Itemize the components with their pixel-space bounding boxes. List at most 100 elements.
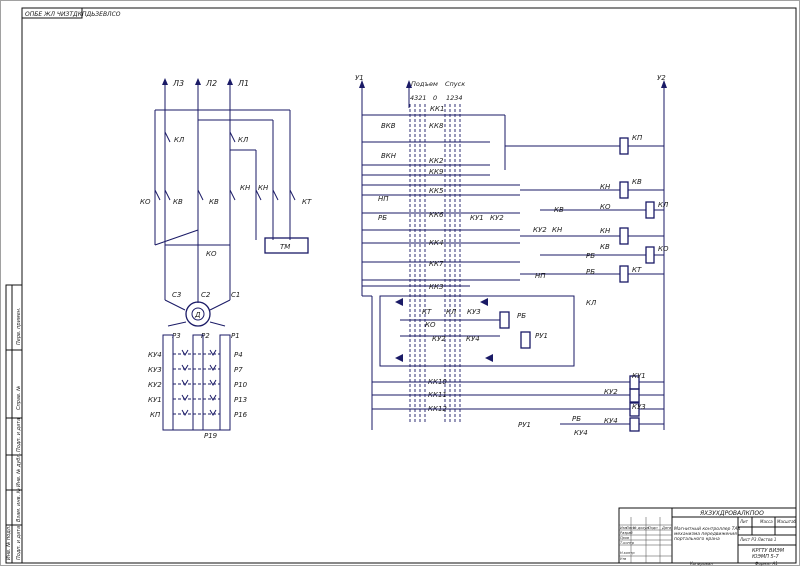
electrical-schematic: ОПБЕ ЖЛ ЧИЗТДКПДЬЗЕВЛСО Перв. примен. Сп… xyxy=(0,0,800,566)
contact-np: НП xyxy=(378,195,389,203)
side-strip-4: Инв. № дубл. xyxy=(16,453,22,487)
power-contact-kv-2: КВ xyxy=(209,198,219,206)
corner-stamp-text: ОПБЕ ЖЛ ЧИЗТДКПДЬЗЕВЛСО xyxy=(25,11,121,18)
rel-ko-1: КО xyxy=(600,203,611,211)
kk3-label: КК3 xyxy=(429,283,443,291)
diode-ru1: РУ1 xyxy=(535,332,548,340)
diode-rb: РБ xyxy=(517,312,526,320)
coil-ku4 xyxy=(629,417,640,432)
diode-block xyxy=(379,295,575,367)
res-p13: Р13 xyxy=(234,396,247,404)
title-line-3: портального крана xyxy=(674,537,720,542)
rel-rb-1: РБ xyxy=(586,268,595,276)
coil-kp xyxy=(619,137,629,155)
kk1-label: КК1 xyxy=(430,105,444,113)
rotor-p1: Р1 xyxy=(231,332,240,340)
contact-vkn: ВКН xyxy=(381,152,397,160)
title-block: ЯХЗУХДРОВАЛКПОО Магнитный контроллер ТА4… xyxy=(618,507,797,566)
power-contact-ko: КО xyxy=(140,198,151,206)
coil-ku2 xyxy=(629,388,640,403)
rel-rb-2: РБ xyxy=(572,415,581,423)
contact-ku1: КУ1 xyxy=(470,214,484,222)
stage-ku2: КУ2 xyxy=(148,381,162,389)
kk9-label: КК9 xyxy=(429,168,444,176)
rel-kv-1: КВ xyxy=(554,206,564,214)
coil-ku4-label: КУ4 xyxy=(604,417,618,425)
kk4-label: КК4 xyxy=(429,239,443,247)
rev-row-nkontr: Н.контр xyxy=(620,551,635,555)
hdr-podyem: Подъем xyxy=(411,80,438,88)
side-strip-6: Подп. и дата xyxy=(16,526,22,560)
kk5-label: КК5 xyxy=(429,187,444,195)
stage-ku1: КУ1 xyxy=(148,396,162,404)
res-p4: Р4 xyxy=(234,351,243,359)
control-circuit: У1 У2 Подъем Спуск 4321 0 1234 КП КВ КЛ … xyxy=(355,74,669,437)
contact-ku2-b: КУ2 xyxy=(533,226,547,234)
stage-hdr-mass: Масса xyxy=(760,519,773,524)
power-contact-kl-2: КЛ xyxy=(238,136,249,144)
bus-u2: У2 xyxy=(657,74,666,82)
coil-kl-label: КЛ xyxy=(658,201,669,209)
rel-kn-1: КН xyxy=(600,183,611,191)
phase-l1: Л1 xyxy=(237,79,249,88)
phase-l2: Л2 xyxy=(205,79,217,88)
positions-mid: 0 xyxy=(433,94,437,102)
coil-kt xyxy=(619,265,629,283)
coil-ku3-label: КУ3 xyxy=(632,403,646,411)
contact-kl: КЛ xyxy=(586,299,597,307)
coil-ku1-label: КУ1 xyxy=(632,372,646,380)
diode-ku3: КУ3 xyxy=(467,308,481,316)
contact-rb: РБ xyxy=(378,214,387,222)
res-p10: Р10 xyxy=(234,381,248,389)
stage-hdr-lit: Лит xyxy=(739,519,749,524)
contact-ku2-a: КУ2 xyxy=(490,214,504,222)
positions-left: 4321 xyxy=(410,94,427,102)
stage-kp: КП xyxy=(150,411,161,419)
diode-ko: КО xyxy=(425,321,436,329)
side-strip-1: Перв. примен. xyxy=(16,307,22,345)
rev-row-razrab: Разраб xyxy=(620,531,633,535)
rev-hdr-doc: № докум xyxy=(632,526,649,530)
title-format: Формат А1 xyxy=(755,561,778,566)
coil-kv xyxy=(619,181,629,199)
phase-l3: Л3 xyxy=(172,79,184,88)
stage-hdr-scale: Масштаб xyxy=(777,519,797,524)
power-contact-kn-1: КН xyxy=(240,184,251,192)
power-contact-kn-2: КН xyxy=(258,184,269,192)
rel-ru1: РУ1 xyxy=(518,421,531,429)
rev-hdr-sign: Подп xyxy=(648,526,658,530)
coil-ko-label: КО xyxy=(658,245,669,253)
coil-kt-label: КТ xyxy=(632,266,642,274)
contact-np-2: НП xyxy=(535,272,546,280)
kk2-label: КК2 xyxy=(429,157,444,165)
rel-ku4: КУ4 xyxy=(574,429,588,437)
diode-kl: КЛ xyxy=(446,308,457,316)
sheet-info: Лист Р3 Листов 1 xyxy=(739,537,776,542)
side-strip-3: Подп. и дата xyxy=(16,418,22,452)
side-strip-7: Инв. № подл. xyxy=(6,526,12,561)
bus-u1: У1 xyxy=(355,74,364,82)
kk8-label: КК8 xyxy=(429,122,444,130)
title-doc-code: ЯХЗУХДРОВАЛКПОО xyxy=(699,510,764,517)
kk6-label: КК6 xyxy=(429,211,444,219)
res-p16: Р16 xyxy=(234,411,248,419)
diode-kt: КТ xyxy=(422,308,432,316)
power-circuit: Л3 Л2 Л1 КЛ КЛ КО КВ КВ КН КН КТ КО ТМ Д… xyxy=(140,78,312,440)
tm-label: ТМ xyxy=(280,243,290,251)
contact-rb-2: РБ xyxy=(586,252,595,260)
side-strip-5: Взам. инв. № xyxy=(16,488,22,522)
rel-kn-2: КН xyxy=(600,227,611,235)
stage-ku4: КУ4 xyxy=(148,351,162,359)
diode-ku2: КУ2 xyxy=(432,335,446,343)
motor-label: Д xyxy=(194,311,201,319)
rev-hdr-date: Дата xyxy=(661,526,671,530)
coil-kl xyxy=(645,201,655,219)
side-strip: Перв. примен. Справ. № Подп. и дата Инв.… xyxy=(5,284,23,564)
power-ko-label: КО xyxy=(206,250,217,258)
stage-ku3: КУ3 xyxy=(148,366,162,374)
rotor-p2: Р2 xyxy=(201,332,210,340)
motor-c2: С2 xyxy=(201,291,211,299)
contact-kn: КН xyxy=(552,226,563,234)
sheet-border xyxy=(0,0,800,566)
rel-kv-2: КВ xyxy=(600,243,610,251)
